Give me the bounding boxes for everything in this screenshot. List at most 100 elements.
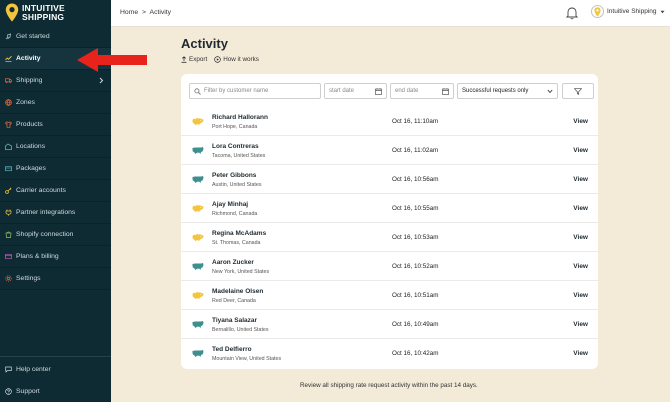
credit-card-icon	[5, 253, 12, 260]
brand-line-2: SHIPPING	[22, 11, 65, 22]
usa-map-icon	[192, 350, 204, 357]
view-link[interactable]: View	[573, 292, 588, 299]
customer-name: Madelaine Olsen	[212, 288, 264, 295]
activity-row: Madelaine Olsen Red Deer, Canada Oct 16, 1…	[181, 281, 598, 310]
customer-name: Lora Contreras	[212, 143, 259, 150]
sidebar-item-shipping[interactable]: Shipping	[0, 70, 111, 92]
sidebar-item-locations[interactable]: Locations	[0, 136, 111, 158]
customer-location: St. Thomas, Canada	[212, 240, 261, 246]
usa-map-icon	[192, 321, 204, 328]
activity-row: Ajay Minhaj Richmond, Canada Oct 16, 10:55…	[181, 194, 598, 223]
canada-map-icon	[192, 233, 204, 241]
status-select-value: Successful requests only	[462, 88, 529, 94]
customer-name: Peter Gibbons	[212, 172, 257, 179]
sidebar-item-help-center[interactable]: Help center	[0, 358, 111, 380]
calendar-icon	[375, 88, 382, 95]
activity-list: Richard Hallorann Port Hope, Canada Oct 16…	[181, 107, 598, 368]
chevron-down-icon	[547, 89, 553, 94]
brand-logo[interactable]: INTUITIVE SHIPPING	[5, 3, 65, 22]
view-link[interactable]: View	[573, 321, 588, 328]
breadcrumb-current: Activity	[149, 9, 172, 16]
export-label: Export	[189, 56, 208, 63]
customer-location: New York, United States	[212, 269, 270, 275]
request-time: Oct 16, 10:52am	[392, 263, 439, 270]
customer-location: Bernalillo, United States	[212, 327, 269, 333]
shirt-icon	[5, 121, 12, 128]
sidebar-item-label: Shopify connection	[16, 231, 74, 238]
chat-icon	[5, 366, 12, 373]
key-icon	[5, 187, 12, 194]
customer-location: Richmond, Canada	[212, 211, 258, 217]
sidebar-item-carrier-accounts[interactable]: Carrier accounts	[0, 180, 111, 202]
filter-button[interactable]	[562, 83, 594, 99]
breadcrumb-separator: >	[142, 9, 147, 16]
request-time: Oct 16, 10:49am	[392, 321, 439, 328]
customer-search-input[interactable]: Filter by customer name	[189, 83, 321, 99]
rocket-icon	[5, 33, 12, 40]
sidebar-item-label: Plans & billing	[16, 253, 59, 260]
start-date-placeholder: start date	[329, 88, 355, 94]
sidebar-divider	[0, 356, 111, 357]
sidebar-item-partner-integrations[interactable]: Partner integrations	[0, 202, 111, 224]
view-link[interactable]: View	[573, 176, 588, 183]
sidebar-item-plans-billing[interactable]: Plans & billing	[0, 246, 111, 268]
request-status-select[interactable]: Successful requests only	[457, 83, 558, 99]
bell-icon[interactable]	[566, 6, 578, 20]
sidebar-item-shopify-connection[interactable]: Shopify connection	[0, 224, 111, 246]
shopify-icon	[5, 231, 12, 238]
view-link[interactable]: View	[573, 234, 588, 241]
request-time: Oct 16, 11:02am	[392, 147, 439, 154]
customer-name: Richard Hallorann	[212, 114, 268, 121]
location-pin-logo-icon	[5, 3, 19, 22]
view-link[interactable]: View	[573, 118, 588, 125]
sidebar-item-packages[interactable]: Packages	[0, 158, 111, 180]
customer-name: Ted Delfierro	[212, 346, 252, 353]
sidebar-item-label: Zones	[16, 99, 35, 106]
sidebar-item-zones[interactable]: Zones	[0, 92, 111, 114]
activity-chart-icon	[5, 55, 12, 62]
customer-name: Tiyana Salazar	[212, 317, 258, 324]
activity-card: Filter by customer name start date end d…	[181, 74, 598, 369]
request-time: Oct 16, 10:53am	[392, 234, 439, 241]
activity-row: Lora Contreras Tacoma, United States Oct 1…	[181, 136, 598, 165]
view-link[interactable]: View	[573, 263, 588, 270]
account-name: Intuitive Shipping	[607, 8, 657, 15]
question-icon	[5, 387, 12, 395]
sidebar-item-support[interactable]: Support	[0, 380, 111, 402]
export-link[interactable]: Export	[181, 56, 207, 63]
page-actions: Export How it works	[181, 56, 259, 63]
activity-row: Tiyana Salazar Bernalillo, United States O…	[181, 310, 598, 339]
sidebar-item-label: Activity	[16, 55, 41, 62]
sidebar-item-label: Settings	[16, 275, 41, 282]
sidebar-item-label: Partner integrations	[16, 209, 76, 216]
end-date-placeholder: end date	[395, 88, 419, 94]
view-link[interactable]: View	[573, 350, 588, 357]
sidebar-item-get-started[interactable]: Get started	[0, 26, 111, 48]
chevron-right-icon	[99, 77, 104, 86]
breadcrumb-home-link[interactable]: Home	[120, 9, 138, 16]
globe-icon	[5, 99, 12, 106]
view-link[interactable]: View	[573, 147, 588, 154]
top-bar: Home > Activity Intuitive Shipping	[111, 0, 670, 27]
caret-down-icon	[660, 10, 665, 13]
red-annotation-arrow	[77, 48, 147, 72]
sidebar-item-products[interactable]: Products	[0, 114, 111, 136]
canada-map-icon	[192, 204, 204, 212]
activity-footer-note: Review all shipping rate request activit…	[300, 382, 478, 389]
activity-row: Richard Hallorann Port Hope, Canada Oct 16…	[181, 107, 598, 136]
view-link[interactable]: View	[573, 205, 588, 212]
account-menu[interactable]: Intuitive Shipping	[591, 5, 665, 18]
start-date-input[interactable]: start date	[324, 83, 387, 99]
location-pin-avatar-icon	[594, 6, 601, 17]
customer-name: Ajay Minhaj	[212, 201, 249, 208]
search-icon	[194, 88, 201, 95]
activity-row: Peter Gibbons Austin, United States Oct 16…	[181, 165, 598, 194]
funnel-icon	[574, 87, 582, 95]
search-placeholder: Filter by customer name	[204, 88, 269, 94]
sidebar-item-label: Shipping	[16, 77, 43, 84]
sidebar-item-settings[interactable]: Settings	[0, 268, 111, 290]
end-date-input[interactable]: end date	[390, 83, 454, 99]
how-it-works-link[interactable]: How it works	[214, 56, 259, 63]
request-time: Oct 16, 11:10am	[392, 118, 439, 125]
building-icon	[5, 143, 12, 150]
